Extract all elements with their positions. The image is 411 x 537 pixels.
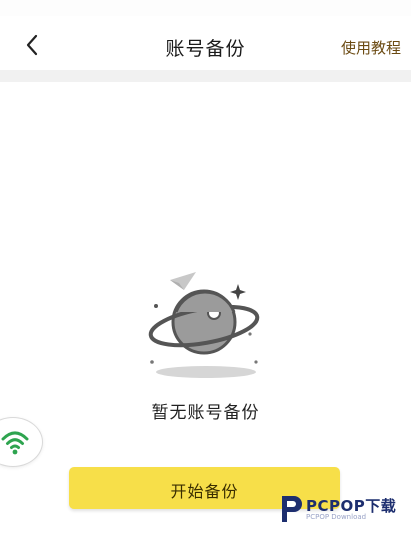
wifi-icon [1,431,29,455]
empty-state-message: 暂无账号备份 [151,403,260,423]
chevron-left-icon [26,34,38,56]
status-bar [0,0,411,16]
watermark-logo-icon [282,496,302,522]
planet-icon [148,272,260,378]
watermark: PCPOP下载 PCPOP Download [276,490,406,526]
back-button[interactable] [18,30,48,60]
divider [0,70,411,82]
nav-bar: 账号备份 使用教程 [0,16,411,72]
tutorial-link[interactable]: 使用教程 [341,37,401,58]
watermark-subtitle: PCPOP Download [306,513,367,521]
